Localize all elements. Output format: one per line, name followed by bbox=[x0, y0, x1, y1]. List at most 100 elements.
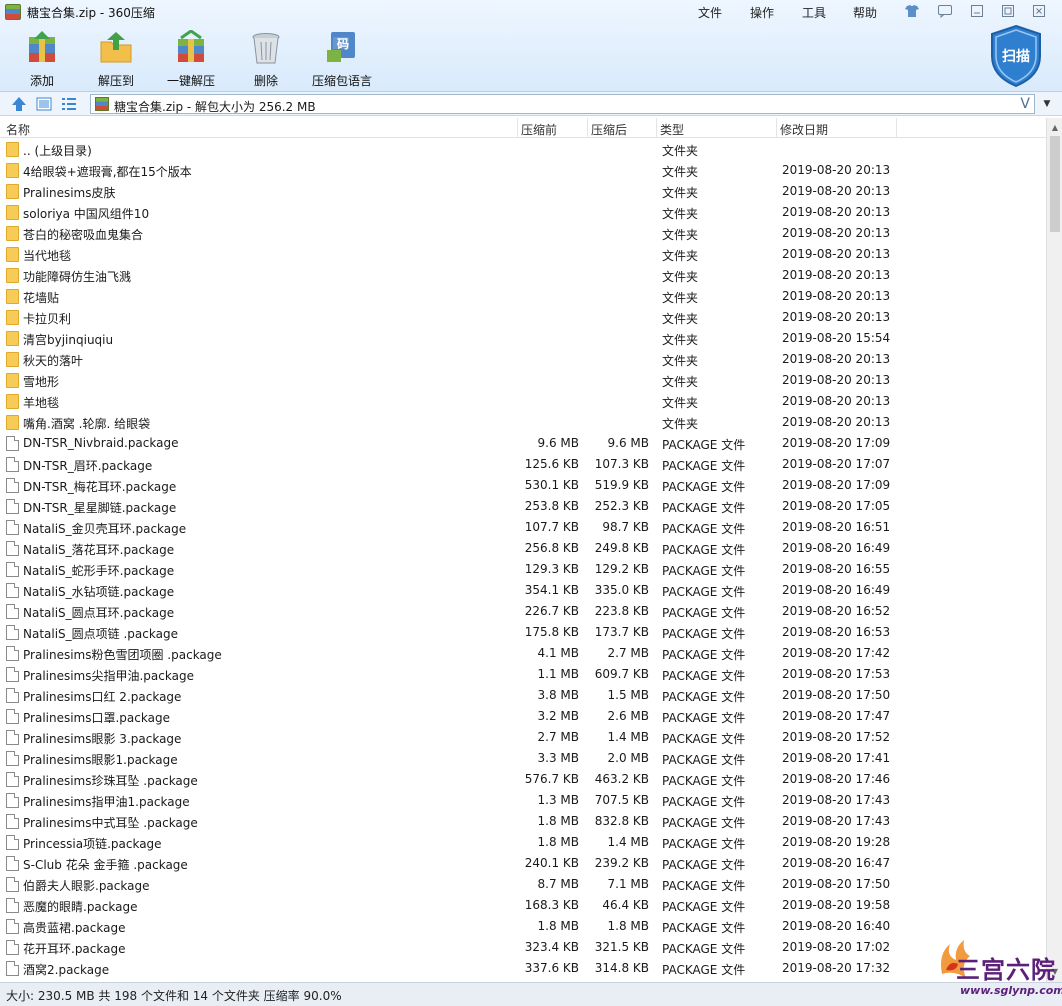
list-item[interactable]: Pralinesims珍珠耳坠 .package 576.7 KB 463.2 KB… bbox=[0, 769, 1046, 790]
list-item[interactable]: Pralinesims粉色雪团项圈 .package 4.1 MB 2.7 MB PA… bbox=[0, 643, 1046, 664]
item-size: 9.6 MB bbox=[607, 436, 649, 450]
menu-operate[interactable]: 操作 bbox=[750, 4, 774, 21]
item-type: PACKAGE 文件 bbox=[662, 627, 746, 641]
list-item[interactable]: Pralinesims尖指甲油.package 1.1 MB 609.7 KB PAC… bbox=[0, 664, 1046, 685]
menu-file[interactable]: 文件 bbox=[698, 4, 722, 21]
menu-help[interactable]: 帮助 bbox=[853, 4, 877, 21]
col-divider[interactable] bbox=[656, 118, 657, 138]
list-item[interactable]: 当代地毯 文件夹 2019-08-20 20:13 bbox=[0, 244, 1046, 265]
file-icon bbox=[6, 730, 19, 745]
list-item[interactable]: 雪地形 文件夹 2019-08-20 20:13 bbox=[0, 370, 1046, 391]
file-icon bbox=[6, 562, 19, 577]
file-icon bbox=[6, 856, 19, 871]
list-item[interactable]: Pralinesims指甲油1.package 1.3 MB 707.5 KB PAC… bbox=[0, 790, 1046, 811]
list-item[interactable]: DN-TSR_梅花耳环.package 530.1 KB 519.9 KB PACKA… bbox=[0, 475, 1046, 496]
item-size: 1.4 MB bbox=[607, 730, 649, 744]
list-item[interactable]: NataliS_圆点耳环.package 226.7 KB 223.8 KB PACK… bbox=[0, 601, 1046, 622]
col-divider[interactable] bbox=[587, 118, 588, 138]
col-name[interactable]: 名称 bbox=[6, 121, 30, 138]
archive-language-button[interactable]: 码 压缩包语言 bbox=[310, 30, 374, 88]
list-item[interactable]: DN-TSR_眉环.package 125.6 KB 107.3 KB PACKAGE… bbox=[0, 454, 1046, 475]
list-item[interactable]: DN-TSR_星星脚链.package 253.8 KB 252.3 KB PACKA… bbox=[0, 496, 1046, 517]
item-packed-size: 107.7 KB bbox=[524, 520, 579, 534]
item-name: 功能障碍仿生油飞溅 bbox=[23, 270, 132, 284]
item-type: PACKAGE 文件 bbox=[662, 963, 746, 977]
list-item[interactable]: Pralinesims皮肤 文件夹 2019-08-20 20:13 bbox=[0, 181, 1046, 202]
list-item[interactable]: 高贵蓝裙.package 1.8 MB 1.8 MB PACKAGE 文件 2019-0… bbox=[0, 916, 1046, 937]
trash-icon bbox=[248, 30, 284, 66]
item-name: 酒窝2.package bbox=[23, 963, 110, 977]
item-name: Pralinesims珍珠耳坠 .package bbox=[23, 774, 198, 788]
col-packed[interactable]: 压缩前 bbox=[521, 121, 557, 138]
list-item[interactable]: .. (上级目录) 文件夹 bbox=[0, 139, 1046, 160]
delete-button[interactable]: 删除 bbox=[248, 30, 284, 88]
list-item[interactable]: Princessia项链.package 1.8 MB 1.4 MB PACKAGE … bbox=[0, 832, 1046, 853]
list-item[interactable]: 伯爵夫人眼影.package 8.7 MB 7.1 MB PACKAGE 文件 2019… bbox=[0, 874, 1046, 895]
list-item[interactable]: NataliS_水钻项链.package 354.1 KB 335.0 KB PACK… bbox=[0, 580, 1046, 601]
minimize-icon[interactable] bbox=[969, 4, 985, 18]
scroll-up-icon[interactable]: ▲ bbox=[1047, 120, 1062, 136]
col-divider[interactable] bbox=[517, 118, 518, 138]
file-icon bbox=[6, 541, 19, 556]
list-item[interactable]: Pralinesims口红 2.package 3.8 MB 1.5 MB PACKA… bbox=[0, 685, 1046, 706]
list-item[interactable]: 羊地毯 文件夹 2019-08-20 20:13 bbox=[0, 391, 1046, 412]
list-item[interactable]: 清宫byjinqiuqiu 文件夹 2019-08-20 15:54 bbox=[0, 328, 1046, 349]
list-item[interactable]: S-Club 花朵 金手箍 .package 240.1 KB 239.2 KB PA… bbox=[0, 853, 1046, 874]
window-title: 糖宝合集.zip - 360压缩 bbox=[27, 6, 155, 20]
item-name: 雪地形 bbox=[23, 375, 60, 389]
close-icon[interactable] bbox=[1031, 4, 1047, 18]
item-name: NataliS_圆点项链 .package bbox=[23, 627, 178, 641]
list-item[interactable]: 恶魔的眼睛.package 168.3 KB 46.4 KB PACKAGE 文件 20… bbox=[0, 895, 1046, 916]
list-item[interactable]: NataliS_金贝壳耳环.package 107.7 KB 98.7 KB PACK… bbox=[0, 517, 1046, 538]
list-item[interactable]: Pralinesims眼影 3.package 2.7 MB 1.4 MB PACKA… bbox=[0, 727, 1046, 748]
feedback-icon[interactable] bbox=[937, 4, 953, 19]
list-item[interactable]: NataliS_落花耳环.package 256.8 KB 249.8 KB PACK… bbox=[0, 538, 1046, 559]
list-item[interactable]: 功能障碍仿生油飞溅 文件夹 2019-08-20 20:13 bbox=[0, 265, 1046, 286]
list-item[interactable]: Pralinesims中式耳坠 .package 1.8 MB 832.8 KB PA… bbox=[0, 811, 1046, 832]
list-item[interactable]: NataliS_蛇形手环.package 129.3 KB 129.2 KB PACK… bbox=[0, 559, 1046, 580]
col-divider[interactable] bbox=[896, 118, 897, 138]
item-type: PACKAGE 文件 bbox=[662, 669, 746, 683]
list-item[interactable]: 嘴角.酒窝 .轮廓. 给眼袋 文件夹 2019-08-20 20:13 bbox=[0, 412, 1046, 433]
list-item[interactable]: 花墙贴 文件夹 2019-08-20 20:13 bbox=[0, 286, 1046, 307]
thumbnail-view-icon[interactable] bbox=[35, 95, 53, 113]
list-item[interactable]: 花开耳环.package 323.4 KB 321.5 KB PACKAGE 文件 20… bbox=[0, 937, 1046, 958]
list-view-icon[interactable] bbox=[60, 95, 78, 113]
list-item[interactable]: NataliS_圆点项链 .package 175.8 KB 173.7 KB PAC… bbox=[0, 622, 1046, 643]
vertical-scrollbar[interactable]: ▲ ▼ bbox=[1046, 118, 1062, 982]
chevron-down-icon[interactable]: ▼ bbox=[1037, 94, 1057, 114]
list-item[interactable]: 酒窝2.package 337.6 KB 314.8 KB PACKAGE 文件 201… bbox=[0, 958, 1046, 979]
scan-label: 扫描 bbox=[1002, 49, 1030, 65]
extract-to-button[interactable]: 解压到 bbox=[96, 30, 136, 88]
list-item[interactable]: soloriya 中国风组件10 文件夹 2019-08-20 20:13 bbox=[0, 202, 1046, 223]
item-size: 463.2 KB bbox=[594, 772, 649, 786]
file-list[interactable]: .. (上级目录) 文件夹 4给眼袋+遮瑕膏,都在15个版本 文件夹 2019-08-2… bbox=[0, 139, 1046, 981]
list-item[interactable]: 秋天的落叶 文件夹 2019-08-20 20:13 bbox=[0, 349, 1046, 370]
col-size[interactable]: 压缩后 bbox=[591, 121, 627, 138]
list-item[interactable]: Pralinesims眼影1.package 3.3 MB 2.0 MB PACKAG… bbox=[0, 748, 1046, 769]
scan-button[interactable]: 扫描 bbox=[988, 24, 1044, 88]
list-item[interactable]: 4给眼袋+遮瑕膏,都在15个版本 文件夹 2019-08-20 20:13 bbox=[0, 160, 1046, 181]
col-divider[interactable] bbox=[776, 118, 777, 138]
col-date[interactable]: 修改日期 bbox=[780, 121, 828, 138]
add-button[interactable]: 添加 bbox=[22, 30, 62, 88]
list-item[interactable]: DN-TSR_Nivbraid.package 9.6 MB 9.6 MB PACKA… bbox=[0, 433, 1046, 454]
path-field[interactable]: 糖宝合集.zip - 解包大小为 256.2 MB V bbox=[90, 94, 1035, 114]
one-click-extract-button[interactable]: 一键解压 bbox=[166, 29, 216, 88]
maximize-icon[interactable] bbox=[1000, 4, 1016, 18]
item-type: PACKAGE 文件 bbox=[662, 816, 746, 830]
menu-tools[interactable]: 工具 bbox=[802, 4, 826, 21]
list-item[interactable]: Pralinesims口罩.package 3.2 MB 2.6 MB PACKAGE… bbox=[0, 706, 1046, 727]
path-history-button[interactable]: V bbox=[1020, 96, 1030, 112]
list-item[interactable]: 卡拉贝利 文件夹 2019-08-20 20:13 bbox=[0, 307, 1046, 328]
item-type: 文件夹 bbox=[662, 165, 699, 179]
col-type[interactable]: 类型 bbox=[660, 121, 684, 138]
scroll-thumb[interactable] bbox=[1050, 136, 1060, 232]
item-name: 羊地毯 bbox=[23, 396, 60, 410]
item-type: PACKAGE 文件 bbox=[662, 837, 746, 851]
item-size: 107.3 KB bbox=[594, 457, 649, 471]
skin-icon[interactable] bbox=[904, 4, 920, 18]
list-item[interactable]: 苍白的秘密吸血鬼集合 文件夹 2019-08-20 20:13 bbox=[0, 223, 1046, 244]
item-name: soloriya 中国风组件10 bbox=[23, 207, 150, 221]
up-arrow-icon[interactable] bbox=[10, 95, 28, 113]
